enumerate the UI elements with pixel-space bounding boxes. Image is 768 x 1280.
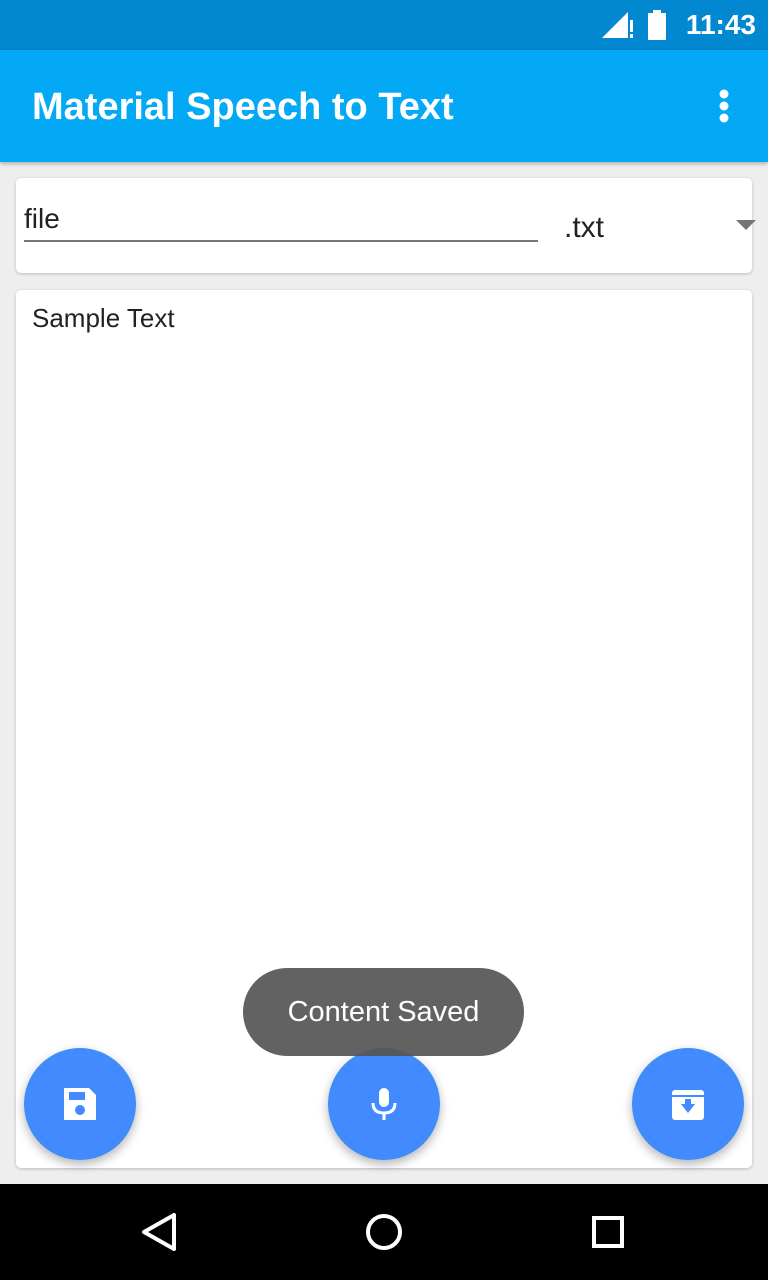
- navigation-bar: [0, 1184, 768, 1280]
- extension-value: .txt: [564, 211, 605, 244]
- speech-text-area[interactable]: Sample Text: [32, 302, 732, 902]
- battery-icon: [648, 10, 666, 40]
- dropdown-arrow-icon: [736, 220, 756, 230]
- back-icon[interactable]: [136, 1208, 184, 1256]
- archive-button[interactable]: [632, 1048, 744, 1160]
- extension-dropdown[interactable]: .txt: [556, 200, 756, 256]
- mic-button[interactable]: [328, 1048, 440, 1160]
- app-title: Material Speech to Text: [32, 86, 454, 128]
- file-name-card: .txt: [16, 178, 756, 273]
- home-icon[interactable]: [360, 1208, 408, 1256]
- microphone-icon: [371, 1088, 397, 1120]
- signal-icon: [602, 12, 633, 38]
- recents-icon[interactable]: [584, 1208, 632, 1256]
- filename-input[interactable]: [24, 198, 538, 242]
- save-icon: [64, 1088, 96, 1120]
- toast-message: Content Saved: [243, 968, 524, 1056]
- status-bar: 11:43: [0, 0, 768, 50]
- save-button[interactable]: [24, 1048, 136, 1160]
- app-bar: Material Speech to Text: [0, 50, 768, 162]
- status-clock: 11:43: [685, 9, 756, 40]
- more-vert-icon[interactable]: [700, 82, 748, 130]
- archive-icon: [672, 1090, 704, 1120]
